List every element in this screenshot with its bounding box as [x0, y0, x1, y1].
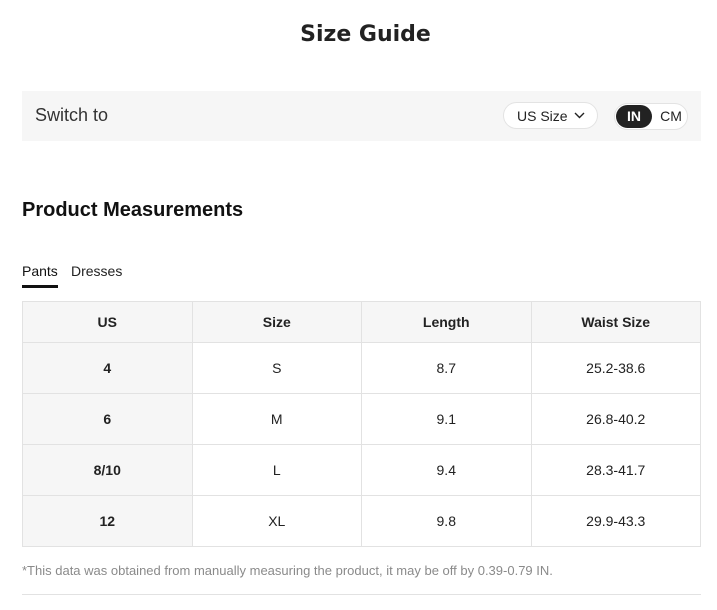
tab-dresses[interactable]: Dresses	[71, 263, 122, 279]
active-tab-indicator	[22, 285, 58, 288]
size-system-select[interactable]: US Size	[503, 102, 598, 129]
measurement-disclaimer: *This data was obtained from manually me…	[22, 563, 553, 578]
table-row: 8/10 L 9.4 28.3-41.7	[22, 444, 701, 496]
cell-waist: 25.2-38.6	[530, 342, 701, 394]
unit-cm-option[interactable]: CM	[655, 105, 687, 128]
measurement-table: US Size Length Waist Size 4 S 8.7 25.2-3…	[22, 301, 701, 547]
table-header-row: US Size Length Waist Size	[22, 301, 701, 343]
cell-waist: 26.8-40.2	[530, 393, 701, 445]
header-us: US	[22, 301, 193, 343]
table-row: 6 M 9.1 26.8-40.2	[22, 393, 701, 445]
cell-size: S	[191, 342, 362, 394]
header-waist-size: Waist Size	[530, 301, 701, 343]
cell-us: 12	[22, 495, 193, 547]
cell-us: 6	[22, 393, 193, 445]
cell-us: 8/10	[22, 444, 193, 496]
table-row: 12 XL 9.8 29.9-43.3	[22, 495, 701, 547]
cell-length: 9.1	[361, 393, 532, 445]
chevron-down-icon	[574, 112, 585, 119]
cell-size: M	[191, 393, 362, 445]
cell-waist: 28.3-41.7	[530, 444, 701, 496]
tab-pants[interactable]: Pants	[22, 263, 58, 279]
section-title: Product Measurements	[22, 199, 244, 221]
cell-us: 4	[22, 342, 193, 394]
table-row: 4 S 8.7 25.2-38.6	[22, 342, 701, 394]
cell-length: 9.4	[361, 444, 532, 496]
unit-toggle: IN CM	[614, 103, 688, 130]
unit-in-option[interactable]: IN	[616, 105, 652, 128]
cell-length: 9.8	[361, 495, 532, 547]
divider	[22, 594, 701, 595]
cell-length: 8.7	[361, 342, 532, 394]
page-title: Size Guide	[300, 22, 431, 47]
switch-label: Switch to	[35, 105, 109, 125]
cell-size: L	[191, 444, 362, 496]
cell-waist: 29.9-43.3	[530, 495, 701, 547]
header-size: Size	[191, 301, 362, 343]
unit-switch-bar: Switch to US Size IN CM	[22, 91, 701, 141]
cell-size: XL	[191, 495, 362, 547]
size-system-value: US Size	[517, 107, 568, 124]
header-length: Length	[361, 301, 532, 343]
